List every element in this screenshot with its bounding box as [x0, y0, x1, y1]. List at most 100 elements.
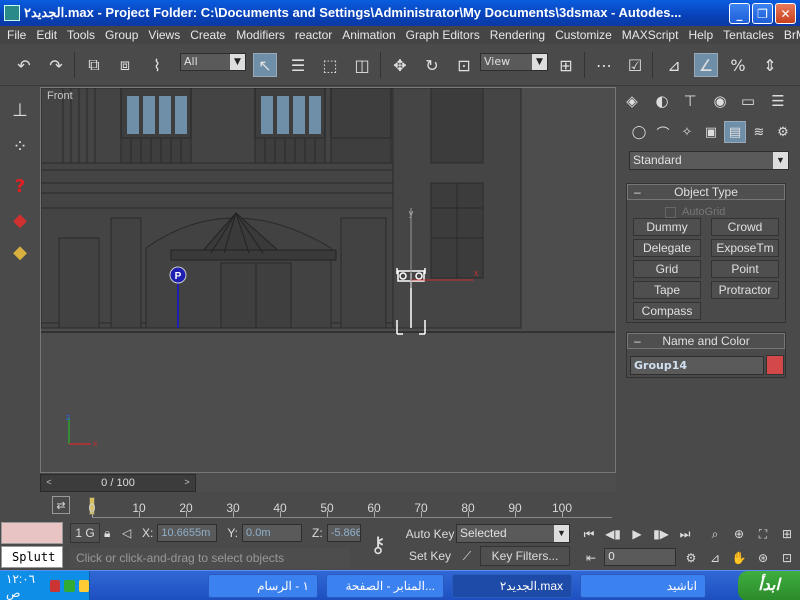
task-paint[interactable]: ١ - الرسام	[208, 574, 318, 598]
zoom-icon[interactable]: ⌕	[704, 524, 726, 544]
utilities-tab-icon[interactable]: ☰	[766, 89, 790, 113]
key-mode-toggle-icon[interactable]: ⇤	[580, 548, 602, 568]
go-to-end-icon[interactable]: ⏭	[674, 524, 696, 544]
task-folder[interactable]: اناشيد	[580, 574, 706, 598]
key-mode-dropdown[interactable]: Selected ▼	[456, 524, 570, 543]
particle-system-icon[interactable]: ⁘	[6, 133, 34, 159]
percent-snap-icon[interactable]: %	[726, 53, 750, 77]
menu-graph-editors[interactable]: Graph Editors	[401, 28, 485, 42]
menu-tentacles[interactable]: Tentacles	[718, 28, 779, 42]
menu-modifiers[interactable]: Modifiers	[231, 28, 290, 42]
move-icon[interactable]: ✥	[388, 53, 412, 77]
category-dropdown[interactable]: Standard ▼	[629, 151, 789, 170]
menu-animation[interactable]: Animation	[337, 28, 400, 42]
y-coordinate-field[interactable]: 0.0m	[242, 524, 303, 542]
play-icon[interactable]: ▶	[626, 524, 648, 544]
go-to-start-icon[interactable]: ⏮	[578, 524, 600, 544]
menu-customize[interactable]: Customize	[550, 28, 617, 42]
task-browser[interactable]: المنابر - الصفحة...	[326, 574, 444, 598]
set-key-button[interactable]: Set Key	[404, 546, 456, 566]
teapot-material-icon[interactable]: ◆	[6, 239, 34, 265]
menu-reactor[interactable]: reactor	[290, 28, 337, 42]
menu-views[interactable]: Views	[143, 28, 185, 42]
window-crossing-icon[interactable]: ◫	[350, 53, 374, 77]
crowd-button[interactable]: Crowd	[711, 218, 779, 236]
tray-app-icon[interactable]	[50, 580, 61, 592]
pivot-center-icon[interactable]: ⊞	[554, 53, 578, 77]
key-filters-button[interactable]: Key Filters...	[480, 546, 570, 566]
undo-icon[interactable]: ↶	[12, 53, 36, 77]
menu-edit[interactable]: Edit	[31, 28, 62, 42]
menu-tools[interactable]: Tools	[62, 28, 100, 42]
modify-tab-icon[interactable]: ◐	[650, 89, 674, 113]
maxscript-listener-output[interactable]	[1, 522, 63, 544]
restore-button[interactable]: ❐	[752, 3, 773, 24]
name-and-color-header[interactable]: – Name and Color	[627, 333, 785, 349]
time-config-icon[interactable]: ⚙	[680, 548, 702, 568]
protractor-button[interactable]: Protractor	[711, 281, 779, 299]
menu-brmax[interactable]: BrMax	[779, 28, 800, 42]
front-viewport[interactable]: P y x z x Front	[40, 87, 616, 473]
object-type-header[interactable]: – Object Type	[627, 184, 785, 200]
grid-button[interactable]: Grid	[633, 260, 701, 278]
task-3dsmax[interactable]: الجديد٢.max	[452, 574, 572, 598]
selection-filter-dropdown[interactable]: All ▼	[180, 53, 246, 71]
minimize-button[interactable]: _	[729, 3, 750, 24]
time-slider[interactable]: < 0 / 100 >	[40, 474, 196, 492]
tape-button[interactable]: Tape	[633, 281, 701, 299]
spinner-snap-icon[interactable]: ⇕	[758, 53, 782, 77]
snap-3d-icon[interactable]: ⊿	[662, 53, 686, 77]
tray-network-icon[interactable]	[64, 580, 75, 592]
object-name-field[interactable]: Group14	[630, 356, 764, 375]
shapes-icon[interactable]: ⌒	[652, 121, 674, 143]
cameras-icon[interactable]: ▣	[700, 121, 722, 143]
menu-file[interactable]: File	[2, 28, 31, 42]
close-button[interactable]: ✕	[775, 3, 796, 24]
angle-snap-icon[interactable]: ∠	[694, 53, 718, 77]
redo-icon[interactable]: ↷	[44, 53, 68, 77]
track-bar[interactable]: ⇄ 0 10 20 30 40 50 60 70 80 90 100	[40, 495, 616, 520]
dummy-button[interactable]: Dummy	[633, 218, 701, 236]
pan-icon[interactable]: ✋	[728, 548, 750, 568]
zoom-all-icon[interactable]: ⊕	[728, 524, 750, 544]
delegate-button[interactable]: Delegate	[633, 239, 701, 257]
create-tab-icon[interactable]: ◈	[620, 89, 644, 113]
zoom-extents-all-icon[interactable]: ⊞	[776, 524, 798, 544]
lock-icon[interactable]: 🔒︎	[104, 526, 118, 541]
previous-frame-icon[interactable]: ◀▮	[602, 524, 624, 544]
frame-ruler[interactable]: 0 10 20 30 40 50 60 70 80 90 100	[89, 495, 612, 520]
x-coordinate-field[interactable]: 10.6655m	[157, 524, 218, 542]
current-frame-field[interactable]: 0	[604, 548, 676, 566]
field-of-view-icon[interactable]: ⊿	[704, 548, 726, 568]
lights-icon[interactable]: ✧	[676, 121, 698, 143]
menu-create[interactable]: Create	[185, 28, 231, 42]
curve-editor-icon[interactable]: ⇄	[52, 496, 70, 514]
bind-space-warp-icon[interactable]: ⌇	[145, 53, 169, 77]
point-button[interactable]: Point	[711, 260, 779, 278]
arc-rotate-icon[interactable]: ⊛	[752, 548, 774, 568]
grid-plane-icon[interactable]: ⊥	[6, 97, 34, 123]
menu-rendering[interactable]: Rendering	[485, 28, 550, 42]
menu-maxscript[interactable]: MAXScript	[617, 28, 684, 42]
reference-coordinate-dropdown[interactable]: View ▼	[480, 53, 548, 71]
exposetm-button[interactable]: ExposeTm	[711, 239, 779, 257]
absolute-mode-icon[interactable]: ◁	[122, 526, 138, 540]
compass-button[interactable]: Compass	[633, 302, 701, 320]
key-icon[interactable]: ⚷	[356, 522, 400, 568]
clock[interactable]: ١٢:٠٦ ص	[6, 572, 46, 600]
help-icon[interactable]: ?	[6, 173, 34, 199]
select-and-link-icon[interactable]: ⧉	[82, 53, 106, 77]
keyboard-shortcut-override-icon[interactable]: ⋯	[592, 53, 616, 77]
time-next-arrow-icon[interactable]: >	[181, 477, 193, 487]
select-by-name-icon[interactable]: ☰	[286, 53, 310, 77]
auto-key-button[interactable]: Auto Key	[404, 524, 456, 544]
autogrid-checkbox[interactable]: AutoGrid	[665, 206, 725, 218]
geometry-icon[interactable]: ◯	[628, 121, 650, 143]
start-button[interactable]: ابدأ	[738, 571, 800, 600]
hierarchy-tab-icon[interactable]: ⊤	[678, 89, 702, 113]
title-bar[interactable]: الجديد٢.max - Project Folder: C:\Documen…	[0, 0, 800, 26]
rotate-icon[interactable]: ↻	[420, 53, 444, 77]
teapot-icon[interactable]: ◆	[6, 207, 34, 233]
viewport-label[interactable]: Front	[47, 90, 73, 102]
unlink-icon[interactable]: ⧈	[113, 53, 137, 77]
